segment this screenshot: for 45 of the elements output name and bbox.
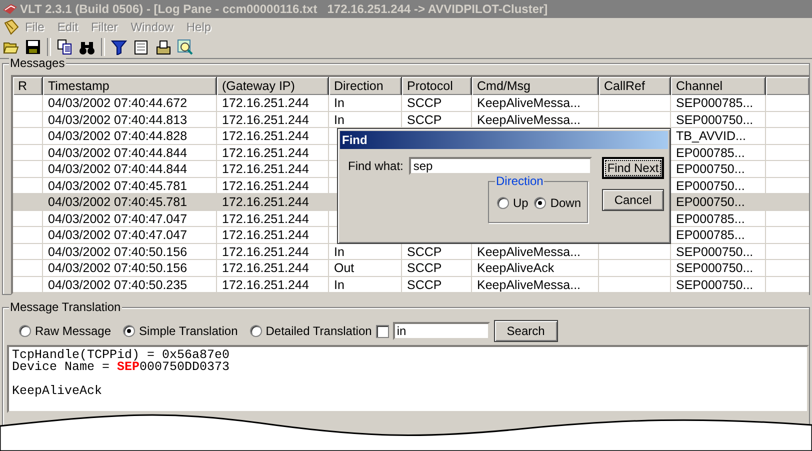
table-cell: Out	[329, 260, 402, 276]
table-cell: SCCP	[402, 260, 472, 276]
table-cell: 04/03/2002 07:40:50.156	[43, 260, 217, 276]
table-cell: 04/03/2002 07:40:47.047	[43, 210, 217, 227]
table-cell: 04/03/2002 07:40:44.672	[43, 95, 217, 112]
table-cell: In	[329, 95, 402, 112]
table-cell: 172.16.251.244	[217, 112, 329, 128]
table-cell: 04/03/2002 07:40:47.047	[43, 227, 217, 244]
output-line: TcpHandle(TCPPid) = 0x56a87e0	[12, 349, 231, 361]
table-cell: 04/03/2002 07:40:50.156	[43, 244, 217, 260]
table-cell: 172.16.251.244	[217, 144, 329, 161]
table-cell: 172.16.251.244	[217, 260, 329, 276]
table-cell: 172.16.251.244	[217, 95, 329, 112]
table-cell: 04/03/2002 07:40:44.813	[43, 112, 217, 128]
output-line: KeepAliveAck	[12, 385, 104, 397]
window-title: VLT 2.3.1 (Build 0506) - [Log Pane - ccm00000116.txt 172.16.251.244 -> AVVIDPILOT-Cluster]	[20, 2, 548, 16]
table-cell: 172.16.251.244	[217, 128, 329, 144]
table-cell: SEP000750...	[671, 260, 766, 276]
table-cell: 172.16.251.244	[217, 210, 329, 227]
table-cell: 172.16.251.244	[217, 161, 329, 178]
table-cell: KeepAliveAck	[472, 260, 599, 276]
table-cell: 04/03/2002 07:40:50.235	[43, 276, 217, 293]
table-cell: KeepAliveMessa...	[472, 95, 599, 112]
table-cell: 172.16.251.244	[217, 194, 329, 210]
group-label: Messages	[9, 56, 66, 70]
table-cell: SEP000785...	[671, 95, 766, 112]
group-label: Message Translation	[9, 300, 122, 314]
table-cell: 04/03/2002 07:40:45.781	[43, 194, 217, 210]
table-cell: 172.16.251.244	[217, 276, 329, 293]
table-cell: 04/03/2002 07:40:44.844	[43, 144, 217, 161]
table-cell: In	[329, 276, 402, 293]
table-cell: 04/03/2002 07:40:44.828	[43, 128, 217, 144]
table-cell: SEP000750...	[671, 244, 766, 260]
table-cell: 172.16.251.244	[217, 227, 329, 244]
table-cell: SCCP	[402, 276, 472, 293]
group-label: Direction	[495, 174, 544, 188]
table-cell: SCCP	[402, 95, 472, 112]
table-cell: SEP000750...	[671, 112, 766, 128]
table-cell: SEP000750...	[671, 276, 766, 293]
field-label: Find what:	[348, 159, 404, 173]
table-cell: 172.16.251.244	[217, 244, 329, 260]
output-line: Device Name = SEP000750DD0373	[12, 361, 231, 373]
table-cell: KeepAliveMessa...	[472, 276, 599, 293]
table-cell: 04/03/2002 07:40:44.844	[43, 161, 217, 178]
dialog-title: Find	[340, 131, 668, 149]
